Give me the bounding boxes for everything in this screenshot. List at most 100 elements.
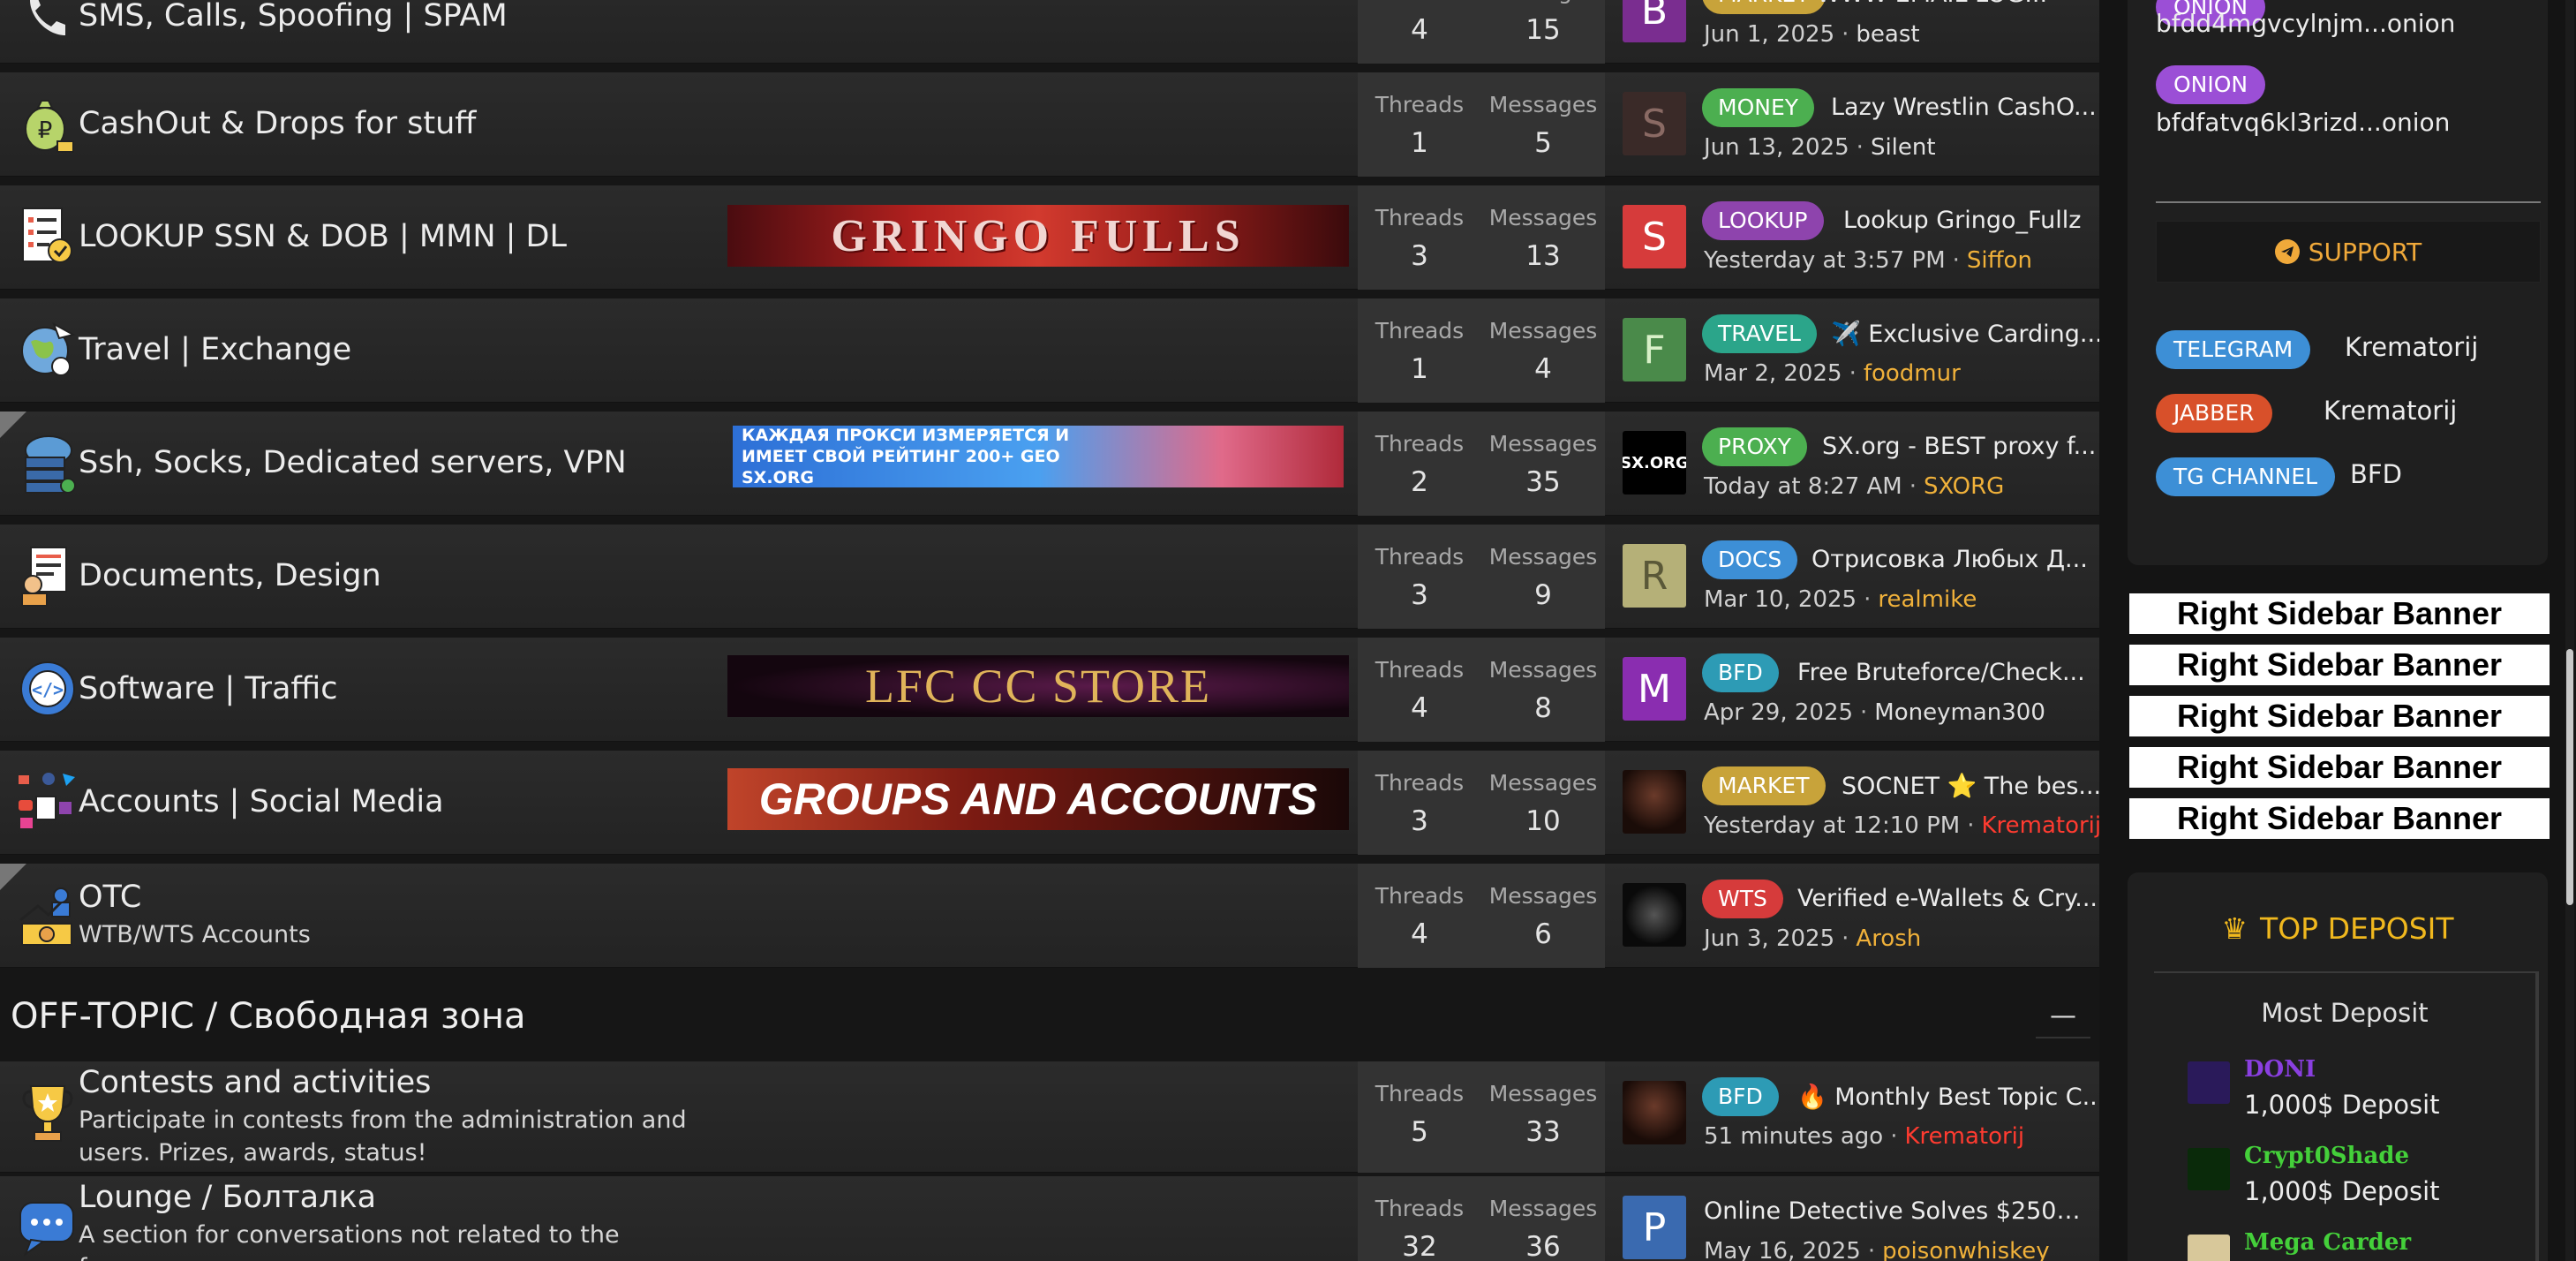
last-thread-title[interactable]: ✈️ Exclusive Carding... bbox=[1831, 320, 2099, 348]
username[interactable]: Moneyman300 bbox=[1874, 699, 2045, 726]
right-sidebar-banner[interactable]: Right Sidebar Banner bbox=[2129, 747, 2550, 788]
prefix-tag[interactable]: MARKET bbox=[1702, 766, 1826, 805]
avatar[interactable]: S bbox=[1623, 205, 1686, 268]
telegram-contact[interactable]: Krematorij bbox=[2345, 332, 2478, 362]
forum-row-otc[interactable]: OTC WTB/WTS Accounts Threads 4 Messages 6 … bbox=[0, 864, 2099, 968]
username[interactable]: realmike bbox=[1878, 586, 1977, 613]
last-thread-title[interactable]: SX.org - BEST proxy f... bbox=[1822, 433, 2099, 460]
prefix-tag[interactable]: TRAVEL bbox=[1702, 314, 1817, 353]
forum-title[interactable]: Lounge / Болталка bbox=[79, 1180, 376, 1215]
avatar[interactable] bbox=[1623, 883, 1686, 947]
depositor-name[interactable]: Crypt0Shade bbox=[2244, 1143, 2409, 1169]
username[interactable]: Krematorij bbox=[1904, 1123, 2024, 1150]
last-thread-title[interactable]: SOCNET ⭐ The bes... bbox=[1842, 772, 2099, 800]
ad-banner-groups[interactable]: GROUPS AND ACCOUNTS bbox=[727, 768, 1349, 830]
threads-count: 3 bbox=[1411, 805, 1428, 837]
avatar[interactable]: B bbox=[1623, 0, 1686, 42]
prefix-tag[interactable]: BFD bbox=[1702, 653, 1779, 692]
messages-count: 4 bbox=[1534, 353, 1552, 385]
forum-stats: Threads 1 Messages 5 bbox=[1358, 72, 1605, 177]
avatar[interactable] bbox=[1623, 770, 1686, 834]
avatar[interactable]: F bbox=[1623, 318, 1686, 381]
forum-title[interactable]: Accounts | Social Media bbox=[79, 784, 444, 819]
depositor-item[interactable]: DONI 1,000$ Deposit bbox=[2188, 1056, 2505, 1127]
ad-banner-lfc[interactable]: LFC CC STORE bbox=[727, 655, 1349, 717]
category-title[interactable]: OFF-TOPIC / Свободная зона bbox=[11, 996, 526, 1037]
username[interactable]: SXORG bbox=[1924, 473, 2004, 500]
money-bag-icon: ₽ bbox=[16, 92, 79, 155]
prefix-tag[interactable]: BFD bbox=[1702, 1077, 1779, 1116]
prefix-tag[interactable]: DOCS bbox=[1702, 540, 1798, 579]
avatar[interactable]: S bbox=[1623, 92, 1686, 155]
forum-row-contests[interactable]: Contests and activities Participate in c… bbox=[0, 1061, 2099, 1173]
messages-count: 8 bbox=[1534, 692, 1552, 724]
username[interactable]: Krematorij bbox=[1981, 812, 2099, 839]
last-thread-title[interactable]: 🔥 Monthly Best Topic C... bbox=[1797, 1083, 2099, 1111]
depositor-name[interactable]: DONI bbox=[2244, 1056, 2316, 1083]
forum-title[interactable]: SMS, Calls, Spoofing | SPAM bbox=[79, 0, 508, 34]
forum-title[interactable]: OTC bbox=[79, 880, 141, 915]
forum-title[interactable]: Documents, Design bbox=[79, 558, 381, 593]
forum-row-lookup[interactable]: LOOKUP SSN & DOB | MMN | DL GRINGO FULLS… bbox=[0, 185, 2099, 290]
ad-banner-sxorg[interactable]: КАЖДАЯ ПРОКСИ ИЗМЕРЯЕТСЯ И ИМЕЕТ СВОЙ РЕ… bbox=[733, 426, 1344, 487]
forum-title[interactable]: Contests and activities bbox=[79, 1065, 431, 1100]
prefix-tag[interactable]: LOOKUP bbox=[1702, 201, 1824, 240]
avatar[interactable] bbox=[1623, 1081, 1686, 1144]
prefix-tag[interactable]: MONEY bbox=[1702, 88, 1815, 127]
jabber-contact[interactable]: Krematorij bbox=[2324, 396, 2457, 426]
forum-row-sms[interactable]: SMS, Calls, Spoofing | SPAM Threads4 Mes… bbox=[0, 0, 2099, 64]
forum-row-lounge[interactable]: Lounge / Болталка A section for conversa… bbox=[0, 1176, 2099, 1261]
right-sidebar-banner[interactable]: Right Sidebar Banner bbox=[2129, 696, 2550, 736]
last-post: SX.ORG PROXY SX.org - BEST proxy f... To… bbox=[1605, 412, 2099, 516]
username[interactable]: beast bbox=[1856, 21, 1919, 48]
forum-title[interactable]: Software | Traffic bbox=[79, 671, 337, 706]
ad-banner-gringo[interactable]: GRINGO FULLS bbox=[727, 205, 1349, 267]
scrollbar-thumb[interactable] bbox=[2566, 649, 2573, 905]
depositor-name[interactable]: Mega Carder bbox=[2244, 1229, 2411, 1256]
forum-title[interactable]: Travel | Exchange bbox=[79, 332, 351, 367]
forum-row-documents[interactable]: Documents, Design Threads 3 Messages 9 R D… bbox=[0, 525, 2099, 629]
forum-title[interactable]: CashOut & Drops for stuff bbox=[79, 106, 476, 141]
trophy-icon bbox=[16, 1081, 79, 1144]
right-sidebar-banner[interactable]: Right Sidebar Banner bbox=[2129, 593, 2550, 634]
forum-title[interactable]: LOOKUP SSN & DOB | MMN | DL bbox=[79, 219, 567, 254]
last-thread-title[interactable]: WWW EMAIL LOG... bbox=[1817, 0, 2099, 8]
prefix-tag[interactable]: MARKET bbox=[1702, 0, 1826, 14]
last-thread-title[interactable]: Lazy Wrestlin CashO... bbox=[1831, 94, 2099, 121]
support-button[interactable]: SUPPORT bbox=[2156, 221, 2541, 283]
last-post-meta: Jun 1, 2025 · beast bbox=[1704, 21, 1920, 48]
last-thread-title[interactable]: Отрисовка Любых Д... bbox=[1811, 546, 2099, 573]
onion-address[interactable]: bfdfatvq6kl3rizd...onion bbox=[2156, 108, 2450, 137]
right-sidebar-banner[interactable]: Right Sidebar Banner bbox=[2129, 645, 2550, 685]
username[interactable]: poisonwhiskey bbox=[1882, 1238, 2050, 1261]
forum-row-ssh[interactable]: Ssh, Socks, Dedicated servers, VPN КАЖДА… bbox=[0, 412, 2099, 516]
prefix-tag[interactable]: WTS bbox=[1702, 880, 1783, 918]
avatar[interactable]: P bbox=[1623, 1196, 1686, 1259]
last-thread-title[interactable]: Online Detective Solves $250 M... bbox=[1704, 1197, 2083, 1225]
telegram-icon bbox=[2274, 239, 2300, 264]
scrollbar[interactable] bbox=[2565, 0, 2574, 1261]
username[interactable]: Arosh bbox=[1856, 925, 1921, 952]
onion-address[interactable]: bfdd4mgvcylnjm...onion bbox=[2156, 9, 2455, 38]
forum-row-cashout[interactable]: ₽ CashOut & Drops for stuff Threads 1 Mes… bbox=[0, 72, 2099, 177]
forum-row-travel[interactable]: Travel | Exchange Threads 1 Messages 4 F T… bbox=[0, 298, 2099, 403]
avatar[interactable]: R bbox=[1623, 544, 1686, 608]
depositor-item[interactable]: Crypt0Shade 1,000$ Deposit bbox=[2188, 1143, 2505, 1213]
collapse-toggle[interactable]: — bbox=[2036, 994, 2090, 1038]
username[interactable]: Siffon bbox=[1967, 247, 2032, 274]
forum-row-accounts[interactable]: Accounts | Social Media GROUPS AND ACCOU… bbox=[0, 751, 2099, 855]
avatar[interactable]: M bbox=[1623, 657, 1686, 721]
username[interactable]: foodmur bbox=[1864, 360, 1961, 387]
tg-channel-contact[interactable]: BFD bbox=[2350, 459, 2402, 489]
forum-title[interactable]: Ssh, Socks, Dedicated servers, VPN bbox=[79, 445, 627, 480]
prefix-tag[interactable]: PROXY bbox=[1702, 427, 1807, 466]
last-thread-title[interactable]: Free Bruteforce/Check... bbox=[1797, 659, 2099, 686]
right-sidebar-banner[interactable]: Right Sidebar Banner bbox=[2129, 798, 2550, 839]
forum-row-software[interactable]: </> Software | Traffic LFC CC STORE Thre… bbox=[0, 638, 2099, 742]
document-check-icon bbox=[16, 205, 79, 268]
depositor-item[interactable]: Mega Carder bbox=[2188, 1229, 2505, 1261]
avatar[interactable]: SX.ORG bbox=[1623, 431, 1686, 495]
last-thread-title[interactable]: Lookup Gringo_Fullz bbox=[1843, 207, 2099, 234]
username[interactable]: Silent bbox=[1871, 134, 1936, 161]
last-thread-title[interactable]: Verified e-Wallets & Cry... bbox=[1797, 885, 2099, 912]
